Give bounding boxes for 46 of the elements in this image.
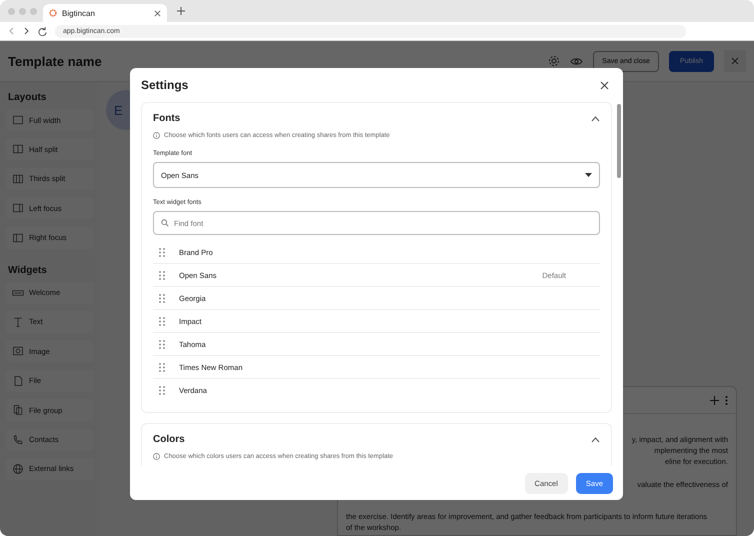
- back-icon[interactable]: [8, 27, 15, 35]
- template-title: Template name: [8, 54, 103, 68]
- drag-handle-icon[interactable]: [159, 340, 165, 348]
- settings-icon[interactable]: [548, 55, 560, 67]
- document-icon: [12, 374, 24, 387]
- sidebar-heading: Widgets: [8, 264, 48, 276]
- reload-icon[interactable]: [38, 26, 47, 36]
- three-column-icon: [12, 172, 24, 185]
- globe-icon: [12, 462, 24, 475]
- text-icon: [12, 316, 24, 328]
- section-title: Colors: [153, 434, 185, 445]
- add-icon[interactable]: [710, 396, 719, 404]
- collapse-button[interactable]: [591, 116, 600, 122]
- drag-handle-icon[interactable]: [159, 316, 165, 326]
- close-icon: [731, 57, 739, 65]
- close-icon[interactable]: [600, 80, 609, 90]
- collapse-button[interactable]: [591, 436, 600, 442]
- drag-handle-icon[interactable]: [159, 294, 165, 302]
- phone-icon: [12, 434, 24, 446]
- two-column-icon: [12, 143, 24, 156]
- search-icon: [161, 219, 169, 227]
- drag-handle-icon[interactable]: [159, 362, 165, 372]
- chevron-icon: [591, 116, 600, 122]
- logo-icon: [49, 9, 57, 17]
- chevron-icon: [591, 436, 600, 442]
- sidebar-heading: Layouts: [8, 92, 48, 103]
- drag-handle-icon[interactable]: [159, 248, 165, 256]
- documents-icon: [12, 404, 24, 416]
- close-button[interactable]: [724, 50, 746, 72]
- more-icon[interactable]: [725, 396, 728, 404]
- right-wide-layout-icon: [12, 232, 24, 244]
- dialog-title: Settings: [141, 78, 188, 92]
- forward-icon[interactable]: [23, 27, 30, 35]
- left-wide-layout-icon: [12, 202, 24, 214]
- drag-handle-icon[interactable]: [159, 270, 165, 280]
- image-icon: [12, 345, 24, 358]
- caret-icon: [585, 172, 592, 178]
- info-icon: [153, 453, 160, 460]
- info-icon: [153, 132, 160, 139]
- scrollbar[interactable]: [617, 104, 621, 178]
- single-panel-icon: [12, 114, 24, 126]
- section-title: Fonts: [153, 113, 180, 124]
- drag-handle-icon[interactable]: [159, 386, 165, 395]
- browser-tab[interactable]: Bigtincan: [43, 4, 167, 22]
- eye-icon[interactable]: [570, 56, 584, 66]
- close-icon[interactable]: [154, 10, 161, 16]
